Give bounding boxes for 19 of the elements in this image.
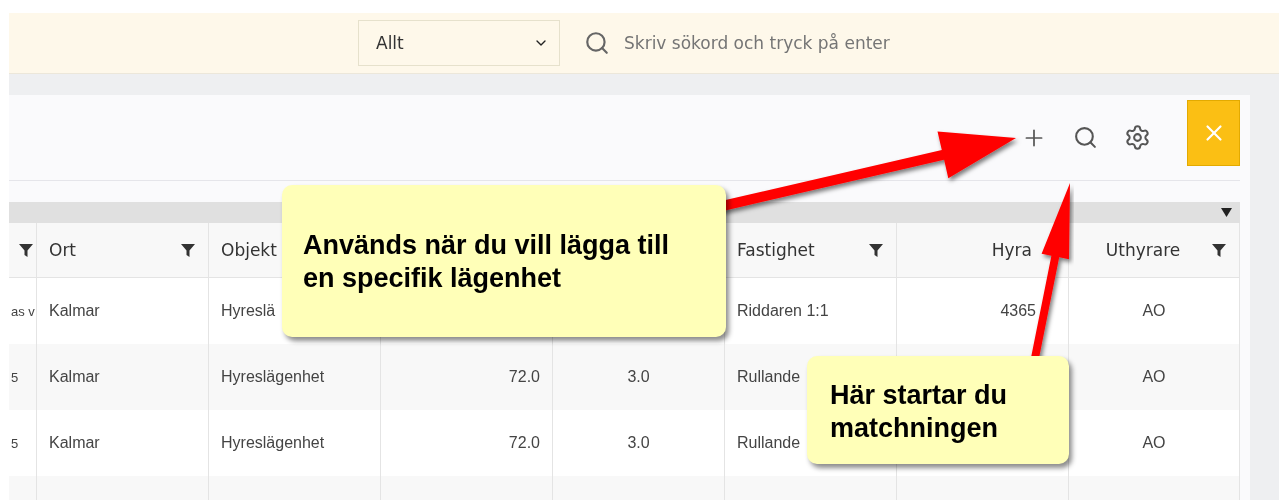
table-cell: AO bbox=[1069, 344, 1240, 410]
table-cell: Kalmar bbox=[37, 410, 209, 476]
table-cell: 5 bbox=[9, 344, 37, 410]
table-cell: 72.0 bbox=[381, 344, 553, 410]
table-cell: AO bbox=[1069, 410, 1240, 476]
table-cell: Kalmar bbox=[37, 278, 209, 344]
table-cell: Hyreslägenhet bbox=[209, 410, 381, 476]
table-cell: as v bbox=[9, 278, 37, 344]
callout-tooltip: Här startar du matchningen bbox=[807, 356, 1069, 464]
table-cell: AO bbox=[1069, 278, 1240, 344]
table-cell: 72.0 bbox=[381, 410, 553, 476]
table-cell: 3.0 bbox=[553, 410, 725, 476]
table-cell: Kalmar bbox=[37, 344, 209, 410]
table-cell: 4365 bbox=[897, 278, 1069, 344]
table-cell: Riddaren 1:1 bbox=[725, 278, 897, 344]
table-cell: 3.0 bbox=[553, 344, 725, 410]
table-cell: 5 bbox=[9, 410, 37, 476]
table-cell: Hyreslägenhet bbox=[209, 344, 381, 410]
callout-tooltip: Används när du vill lägga till en specifik lägenhet bbox=[282, 185, 726, 337]
